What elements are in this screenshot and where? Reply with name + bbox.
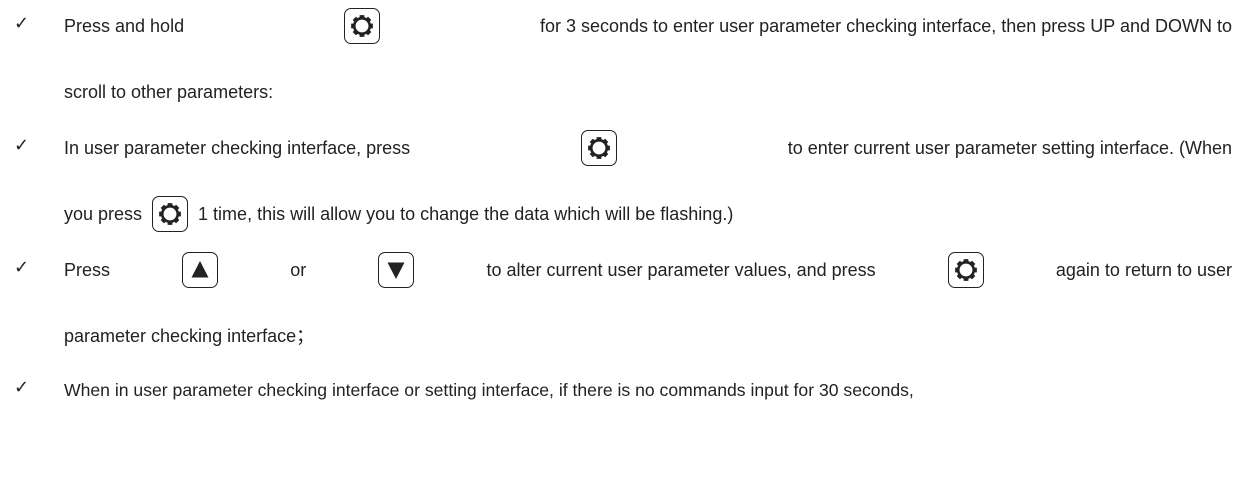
item-3-word-or: or — [290, 260, 307, 280]
item-2-line-2: you press 1 time, this will allow you to… — [64, 194, 1232, 234]
item-3-text-middle: to alter current user parameter values, … — [486, 260, 876, 280]
item-3-line-2: parameter checking interface； — [64, 316, 1232, 356]
item-1-line-1: Press and hold for 3 seconds to enter us… — [64, 6, 1232, 46]
item-4-text: When in user parameter checking interfac… — [64, 380, 914, 400]
gear-icon — [344, 8, 381, 44]
item-3-text-end: again to return to user — [1055, 260, 1232, 280]
up-arrow-key-icon — [182, 252, 219, 288]
item-1-line-2: scroll to other parameters: — [64, 72, 1232, 112]
item-1-text-before: Press and hold — [64, 16, 185, 36]
item-4-line-1: When in user parameter checking interfac… — [64, 370, 1232, 410]
down-arrow-key-icon — [378, 252, 415, 288]
gear-icon — [152, 196, 189, 232]
item-1-text-continued: scroll to other parameters: — [64, 82, 274, 102]
item-3-word-press: Press — [64, 260, 111, 280]
item-3-line-1: Press or to alter current user parameter… — [64, 250, 1232, 290]
item-2-text-after: to enter current user parameter setting … — [787, 138, 1232, 158]
item-2-line-2-after: 1 time, this will allow you to change th… — [198, 204, 734, 224]
item-1-text-after: for 3 seconds to enter user parameter ch… — [539, 16, 1232, 36]
item-2-line-2-before: you press — [64, 204, 143, 224]
check-mark-icon: ✓ — [14, 377, 30, 398]
item-3-text-continued: parameter checking interface； — [64, 326, 315, 346]
gear-icon — [947, 252, 984, 288]
item-2-line-1: In user parameter checking interface, pr… — [64, 128, 1232, 168]
gear-icon — [580, 130, 617, 166]
instruction-page: ✓ Press and hold for 3 seconds to enter … — [0, 0, 1240, 500]
check-mark-icon: ✓ — [14, 257, 30, 278]
item-2-text-before: In user parameter checking interface, pr… — [64, 138, 411, 158]
check-mark-icon: ✓ — [14, 13, 30, 34]
check-mark-icon: ✓ — [14, 135, 30, 156]
